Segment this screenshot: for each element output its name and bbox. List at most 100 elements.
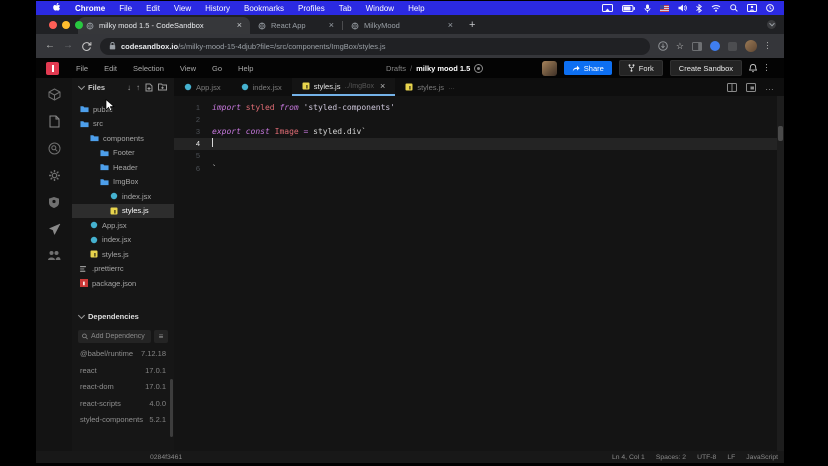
export-zip-icon[interactable]: ↓	[127, 83, 131, 92]
menubar-item-help[interactable]: Help	[401, 4, 431, 13]
status-item[interactable]: JavaScript	[746, 454, 778, 461]
files-panel-header[interactable]: Files ↓ ↑	[72, 78, 174, 96]
csb-menu-file[interactable]: File	[68, 64, 96, 73]
editor-tab[interactable]: styles.js../ImgBox×	[292, 78, 396, 96]
dependencies-header[interactable]: Dependencies	[72, 309, 174, 325]
tree-item-ImgBox[interactable]: ImgBox	[72, 175, 174, 190]
open-preview-icon[interactable]	[746, 83, 756, 92]
keyboard-flag-us-icon[interactable]	[660, 5, 669, 12]
editor-scrollbar[interactable]	[777, 96, 784, 451]
bluetooth-icon[interactable]	[696, 4, 702, 13]
tree-item-styles.js[interactable]: styles.js	[72, 204, 174, 219]
upload-file-icon[interactable]: ↑	[136, 83, 140, 92]
tree-item-components[interactable]: components	[72, 131, 174, 146]
menubar-item-tab[interactable]: Tab	[332, 4, 359, 13]
reload-icon[interactable]	[81, 41, 92, 52]
browser-profile-avatar[interactable]	[745, 40, 757, 52]
close-window-button[interactable]	[49, 21, 57, 29]
tree-item-index.jsx[interactable]: index.jsx	[72, 233, 174, 248]
search-icon[interactable]	[48, 142, 61, 155]
volume-icon[interactable]	[678, 4, 687, 12]
close-tab-icon[interactable]: ×	[329, 22, 334, 29]
code-line[interactable]: 2	[174, 113, 784, 125]
browser-tab[interactable]: milky mood 1.5 - CodeSandbox×	[78, 17, 250, 34]
close-tab-icon[interactable]: ×	[237, 22, 242, 29]
dependency-list-icon[interactable]: ≡	[154, 330, 168, 343]
csb-menu-help[interactable]: Help	[230, 64, 261, 73]
sidebar-scrollbar[interactable]	[170, 379, 173, 437]
tree-item-styles.js[interactable]: styles.js	[72, 247, 174, 262]
code-line[interactable]: 5	[174, 150, 784, 162]
new-folder-icon[interactable]	[158, 83, 167, 91]
menubar-item-chrome[interactable]: Chrome	[68, 4, 112, 13]
browser-menu-icon[interactable]: …	[765, 41, 775, 51]
share-button[interactable]: Share	[564, 61, 612, 75]
breadcrumb-scope[interactable]: Drafts	[386, 64, 406, 73]
zoom-window-button[interactable]	[75, 21, 83, 29]
close-tab-icon[interactable]: ×	[380, 81, 385, 91]
csb-menu-selection[interactable]: Selection	[125, 64, 172, 73]
minimize-window-button[interactable]	[62, 21, 70, 29]
fork-button[interactable]: Fork	[619, 60, 663, 76]
status-item[interactable]: LF	[727, 454, 735, 461]
sandbox-info-icon[interactable]	[48, 88, 61, 101]
tree-item-Footer[interactable]: Footer	[72, 146, 174, 161]
apple-logo-icon[interactable]	[46, 3, 68, 14]
menubar-item-edit[interactable]: Edit	[139, 4, 167, 13]
csb-menu-edit[interactable]: Edit	[96, 64, 125, 73]
clock-icon[interactable]	[766, 4, 774, 12]
browser-tab[interactable]: React App×	[250, 17, 342, 34]
new-file-icon[interactable]	[145, 83, 153, 92]
notifications-bell-icon[interactable]	[749, 64, 757, 73]
back-icon[interactable]: ←	[45, 41, 55, 51]
split-editor-icon[interactable]	[727, 83, 737, 92]
csb-menu-view[interactable]: View	[172, 64, 204, 73]
new-tab-button[interactable]: +	[469, 18, 475, 32]
bookmark-star-icon[interactable]: ☆	[676, 41, 684, 52]
dependency-row[interactable]: react-dom17.0.1	[72, 379, 174, 396]
editor-tab[interactable]: index.jsx	[231, 78, 292, 96]
code-line[interactable]: 4	[174, 138, 784, 150]
editor-tab[interactable]: App.jsx	[174, 78, 231, 96]
tree-item-index.jsx[interactable]: index.jsx	[72, 189, 174, 204]
menubar-item-file[interactable]: File	[112, 4, 139, 13]
status-item[interactable]: Ln 4, Col 1	[612, 454, 645, 461]
menubar-item-history[interactable]: History	[198, 4, 237, 13]
install-app-icon[interactable]	[658, 41, 668, 51]
extension-blue-icon[interactable]	[710, 41, 720, 51]
menubar-item-profiles[interactable]: Profiles	[291, 4, 332, 13]
create-sandbox-button[interactable]: Create Sandbox	[670, 60, 742, 76]
address-bar[interactable]: codesandbox.io/s/milky-mood-15-4djub?fil…	[100, 38, 650, 55]
extension-dark-icon[interactable]	[728, 42, 737, 51]
user-avatar[interactable]	[542, 61, 557, 76]
privacy-icon[interactable]	[474, 64, 483, 73]
forward-icon[interactable]: →	[63, 41, 73, 51]
code-line[interactable]: 1import styled from 'styled-components'	[174, 101, 784, 113]
tree-item-package.json[interactable]: package.json	[72, 276, 174, 291]
tree-item-src[interactable]: src	[72, 117, 174, 132]
status-item[interactable]: UTF-8	[697, 454, 716, 461]
header-menu-icon[interactable]: …	[764, 63, 774, 73]
tree-item-Header[interactable]: Header	[72, 160, 174, 175]
wifi-icon[interactable]	[711, 4, 721, 12]
user-switch-icon[interactable]	[747, 4, 757, 12]
tree-item-.prettierrc[interactable]: .prettierrc	[72, 262, 174, 277]
code-line[interactable]: 3export const Image = styled.div`	[174, 125, 784, 137]
more-actions-icon[interactable]: …	[765, 82, 774, 92]
code-editor[interactable]: 1import styled from 'styled-components'2…	[174, 96, 784, 451]
screen-mirror-icon[interactable]	[602, 4, 613, 12]
editor-tab[interactable]: styles.js…	[395, 78, 465, 96]
microphone-icon[interactable]	[644, 4, 651, 13]
github-shield-icon[interactable]	[48, 196, 60, 209]
tree-item-App.jsx[interactable]: App.jsx	[72, 218, 174, 233]
project-title[interactable]: milky mood 1.5	[416, 64, 470, 73]
settings-gear-icon[interactable]	[48, 169, 61, 182]
menubar-item-view[interactable]: View	[167, 4, 198, 13]
deployment-rocket-icon[interactable]	[48, 223, 61, 236]
tab-search-icon[interactable]	[767, 20, 776, 29]
menubar-item-window[interactable]: Window	[359, 4, 401, 13]
battery-icon[interactable]	[622, 5, 635, 12]
csb-menu-go[interactable]: Go	[204, 64, 230, 73]
spotlight-search-icon[interactable]	[730, 4, 738, 12]
live-users-icon[interactable]	[47, 250, 61, 261]
